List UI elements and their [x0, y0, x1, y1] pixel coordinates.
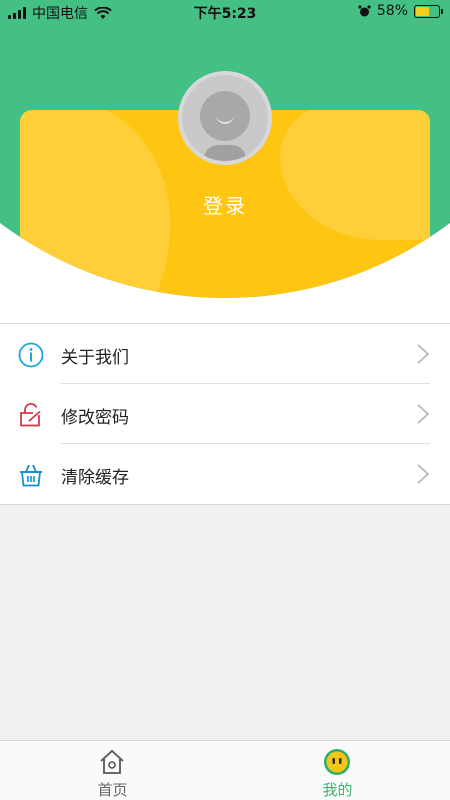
chevron-right-icon: [417, 404, 430, 424]
tab-mine[interactable]: 我的: [225, 741, 450, 800]
status-bar: 中国电信 下午5:23 58%: [0, 0, 450, 24]
tab-bar: 首页 我的: [0, 740, 450, 800]
menu-item-label: 清除缓存: [61, 468, 129, 488]
menu-item-about[interactable]: 关于我们: [0, 324, 450, 384]
info-icon: [18, 342, 44, 368]
avatar[interactable]: [178, 71, 272, 165]
login-button[interactable]: 登录: [0, 190, 450, 219]
lock-edit-icon: [20, 403, 41, 427]
battery-fill: [416, 6, 429, 16]
card-decoration-right: [280, 110, 430, 240]
home-icon: [100, 749, 124, 774]
battery-percent: 58%: [376, 3, 408, 19]
status-right: 58%: [358, 3, 443, 19]
menu-item-clear-cache[interactable]: 清除缓存: [0, 444, 450, 504]
tab-label: 首页: [97, 781, 128, 799]
tab-home[interactable]: 首页: [0, 741, 225, 800]
settings-menu: 关于我们 修改密码 清除缓存: [0, 323, 450, 505]
face-icon: [324, 749, 350, 775]
basket-icon: [20, 464, 42, 487]
tab-label: 我的: [322, 781, 353, 799]
menu-item-change-password[interactable]: 修改密码: [0, 384, 450, 444]
profile-header: 登录: [0, 0, 450, 323]
avatar-body: [204, 145, 246, 161]
screen: 中国电信 下午5:23 58% 登录 关于我们 修改密码 清除缓存 首页 我的: [0, 0, 450, 800]
chevron-right-icon: [417, 344, 430, 364]
chevron-right-icon: [417, 464, 430, 484]
alarm-icon: [358, 4, 371, 16]
menu-item-label: 修改密码: [61, 408, 129, 428]
battery-icon: [414, 4, 443, 18]
menu-item-label: 关于我们: [61, 348, 129, 368]
